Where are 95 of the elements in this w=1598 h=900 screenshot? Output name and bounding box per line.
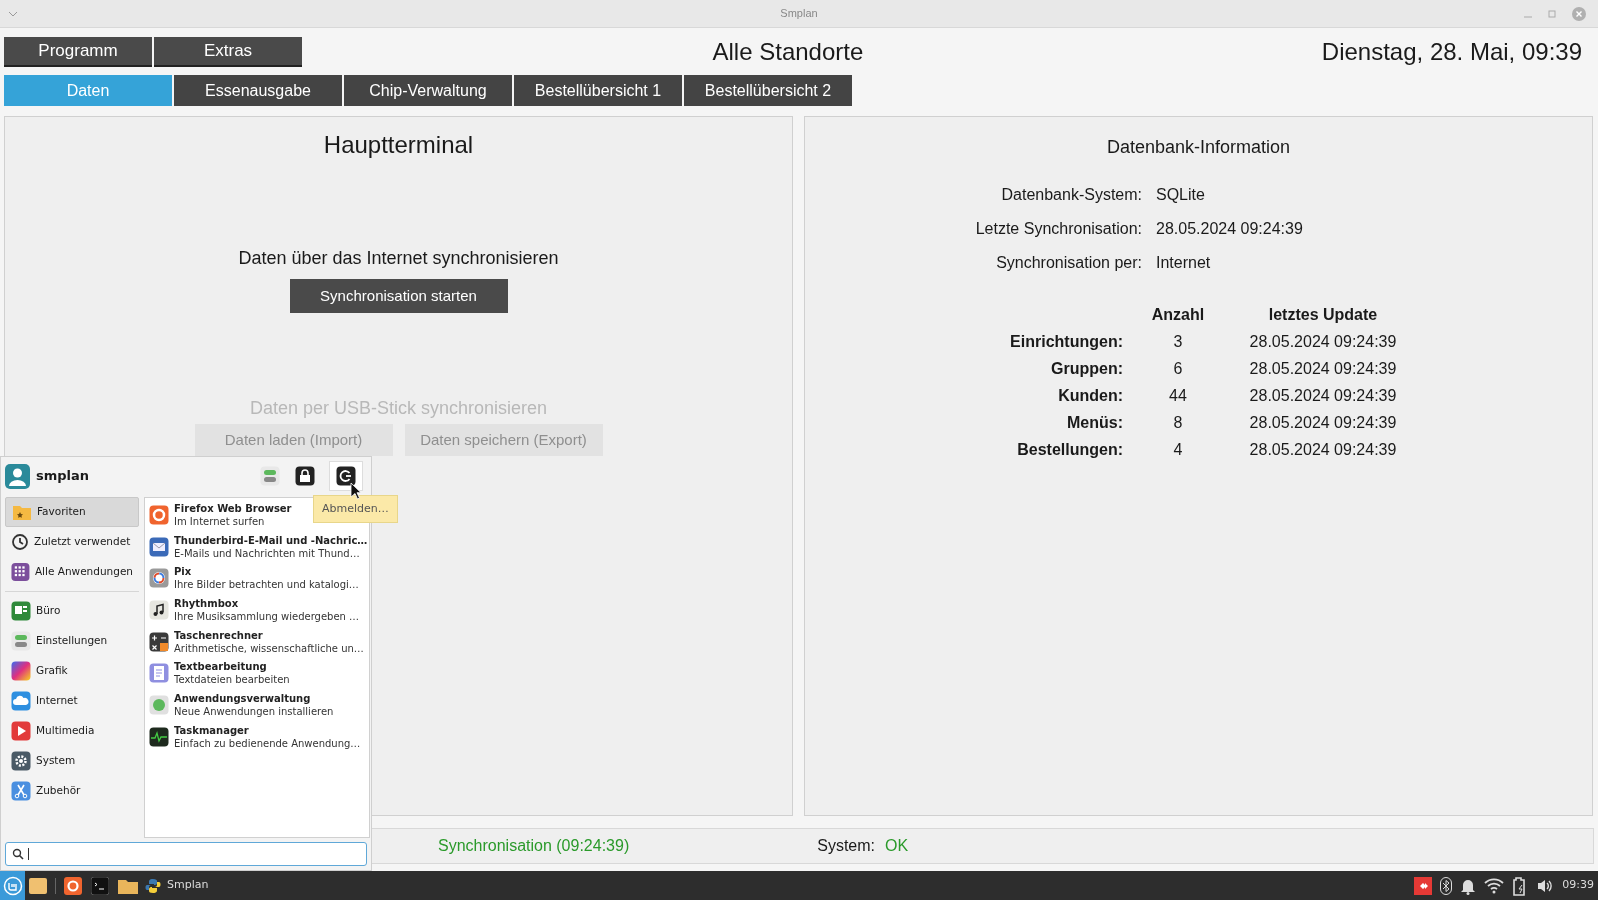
app-item[interactable]: Anwendungsverwaltung Neue Anwendungen installieren	[145, 689, 370, 721]
cursor-icon	[350, 482, 362, 500]
category-item[interactable]: Büro	[5, 596, 139, 626]
scissors-icon	[11, 781, 31, 801]
python-icon[interactable]	[145, 877, 161, 894]
music-note-icon	[149, 599, 169, 620]
panel-title: Hauptterminal	[323, 130, 474, 160]
aperture-icon	[149, 568, 169, 589]
row-label: Bestellungen:	[1016, 440, 1123, 459]
row-label: Kunden:	[1057, 386, 1123, 405]
window-title: Smplan	[780, 6, 818, 22]
envelope-icon	[149, 536, 169, 557]
tooltip: Abmelden…	[313, 495, 398, 523]
column-header: letztes Update	[1267, 305, 1379, 324]
tab[interactable]: Bestellübersicht 2	[684, 75, 852, 106]
sync-status: Synchronisation (09:24:39)	[438, 836, 630, 856]
panel-title: Datenbank-Information	[1105, 136, 1292, 159]
info-label: Letzte Synchronisation:	[974, 219, 1142, 239]
app-item[interactable]: Pix Ihre Bilder betrachten und katalogi…	[145, 562, 370, 595]
pulse-icon	[149, 726, 169, 747]
category-item[interactable]: Einstellungen	[5, 626, 139, 656]
info-value: 28.05.2024 09:24:39	[1156, 219, 1304, 239]
folder-icon[interactable]	[29, 877, 47, 894]
lock-button[interactable]	[294, 465, 316, 487]
app-item[interactable]: Textbearbeitung Textdateien bearbeiten	[145, 657, 370, 690]
date-time: Dienstag, 28. Mai, 09:39	[1321, 37, 1583, 67]
document-icon	[149, 663, 169, 684]
category-item[interactable]: System	[5, 746, 139, 776]
category-item[interactable]: Multimedia	[5, 716, 139, 746]
mint-logo-icon	[2, 875, 23, 896]
clock-icon	[11, 533, 29, 551]
row-label: Einrichtungen:	[1009, 332, 1123, 351]
power-icon	[336, 466, 356, 486]
terminal-icon[interactable]	[91, 876, 109, 895]
info-value: SQLite	[1156, 185, 1206, 205]
table-cell-text: 6	[1172, 359, 1184, 378]
category-item[interactable]: Zuletzt verwendet	[5, 527, 139, 557]
menu-button[interactable]: Programm	[4, 37, 152, 67]
table-cell-text: 28.05.2024 09:24:39	[1248, 359, 1398, 378]
header-title: Alle Standorte	[711, 37, 865, 67]
table-cell-text: 44	[1168, 386, 1188, 405]
table-cell-text: 3	[1172, 332, 1184, 351]
grid-icon	[11, 562, 30, 582]
cloud-icon	[11, 691, 31, 711]
search-field[interactable]	[5, 842, 367, 866]
wifi-icon[interactable]	[1484, 877, 1505, 894]
column-header: Anzahl	[1150, 305, 1206, 324]
menu-button[interactable]: Extras	[154, 37, 302, 67]
info-value: Internet	[1156, 253, 1212, 273]
taskbar-window[interactable]: Smplan	[167, 877, 209, 894]
tab[interactable]: Chip-Verwaltung	[344, 75, 512, 106]
app-item[interactable]: Taskmanager Einfach zu bedienende Anwendung…	[145, 720, 370, 753]
folder-star-icon	[12, 503, 32, 521]
tab[interactable]: Essenausgabe	[174, 75, 342, 106]
palette-icon	[11, 661, 31, 681]
row-label: Gruppen:	[1050, 359, 1123, 378]
sync-button[interactable]: Synchronisation starten	[289, 279, 508, 313]
table-cell-text: 28.05.2024 09:24:39	[1248, 386, 1398, 405]
table-cell-text: 4	[1172, 440, 1184, 459]
info-label: Synchronisation per:	[995, 253, 1142, 273]
section-label: Daten über das Internet synchronisieren	[238, 247, 559, 270]
play-icon	[11, 721, 31, 741]
category-item[interactable]: Alle Anwendungen	[5, 557, 139, 587]
avatar-icon	[5, 463, 30, 489]
table-cell-text: 28.05.2024 09:24:39	[1248, 440, 1398, 459]
folder-icon[interactable]	[118, 877, 138, 894]
bluetooth-icon[interactable]	[1440, 876, 1453, 895]
gear-icon	[11, 751, 31, 771]
app-item[interactable]: Taschenrechner Arithmetische, wissenschaftliche un…	[145, 625, 370, 658]
app-item[interactable]: Thunderbird-E-Mail und -Nachric… E-Mails und Nachrichten mit Thund…	[145, 530, 370, 563]
search-icon	[12, 848, 24, 860]
lock-icon	[295, 466, 315, 486]
start-button[interactable]	[0, 871, 25, 900]
category-item[interactable]: Grafik	[5, 656, 139, 686]
row-label: Menüs:	[1066, 413, 1123, 432]
table-cell-text: 8	[1172, 413, 1184, 432]
system-status: OK	[885, 836, 909, 856]
category-item[interactable]: Favoriten	[5, 497, 139, 527]
info-label: Datenbank-System:	[1000, 185, 1142, 205]
app-item[interactable]: Rhythmbox Ihre Musiksammlung wiedergeben …	[145, 594, 370, 626]
remote-desktop-icon[interactable]	[1414, 876, 1433, 895]
table-cell-text: 28.05.2024 09:24:39	[1248, 332, 1398, 351]
category-item[interactable]: Zubehör	[5, 776, 139, 806]
settings-button[interactable]	[259, 465, 281, 487]
table-cell-text: 28.05.2024 09:24:39	[1248, 413, 1398, 432]
clock: 09:39	[1562, 877, 1594, 894]
category-item[interactable]: Internet	[5, 686, 139, 716]
tab[interactable]: Bestellübersicht 1	[514, 75, 682, 106]
logout-button[interactable]	[329, 461, 363, 491]
toggle-icon	[11, 631, 31, 651]
system-label: System:	[817, 836, 876, 856]
user-name: smplan	[36, 467, 90, 486]
office-icon	[11, 601, 31, 621]
calculator-icon	[149, 631, 169, 652]
toggle-icon	[260, 466, 280, 486]
